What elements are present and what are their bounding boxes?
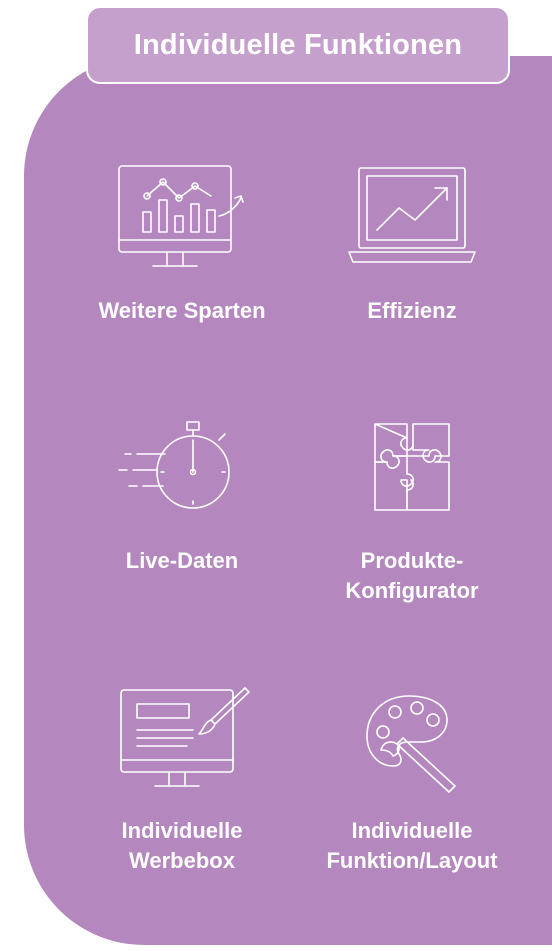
- feature-label-line: Produkte-: [360, 548, 464, 573]
- header-title: Individuelle Funktionen: [133, 28, 463, 61]
- feature-card: Individuelle Funktionen Weitere Sparten …: [0, 0, 552, 951]
- palette-icon: [337, 680, 487, 798]
- feature-label: Live-Daten: [125, 548, 239, 573]
- puzzle-icon: [337, 410, 487, 528]
- monitor-edit-icon: [107, 680, 257, 798]
- feature-label-line: Konfigurator: [345, 578, 479, 603]
- feature-label: Weitere Sparten: [98, 298, 266, 323]
- feature-weitere-sparten: Weitere Sparten: [62, 160, 302, 326]
- feature-label: Effizienz: [367, 298, 457, 323]
- feature-label-line: Individuelle: [351, 818, 473, 843]
- feature-individuelle-funktion-layout: Individuelle Funktion/Layout: [292, 680, 532, 876]
- feature-individuelle-werbebox: Individuelle Werbebox: [62, 680, 302, 876]
- feature-label-line: Funktion/Layout: [326, 848, 498, 873]
- feature-live-daten: Live-Daten: [62, 410, 302, 576]
- feature-label-line: Werbebox: [129, 848, 235, 873]
- feature-label: Produkte- Konfigurator: [345, 546, 478, 606]
- monitor-chart-icon: [107, 160, 257, 278]
- header-banner: Individuelle Funktionen: [86, 6, 510, 84]
- laptop-growth-icon: [337, 160, 487, 278]
- feature-produkte-konfigurator: Produkte- Konfigurator: [292, 410, 532, 606]
- feature-effizienz: Effizienz: [292, 160, 532, 326]
- feature-label: Individuelle Funktion/Layout: [326, 816, 497, 876]
- stopwatch-icon: [107, 410, 257, 528]
- feature-label-line: Individuelle: [121, 818, 243, 843]
- feature-label: Individuelle Werbebox: [121, 816, 242, 876]
